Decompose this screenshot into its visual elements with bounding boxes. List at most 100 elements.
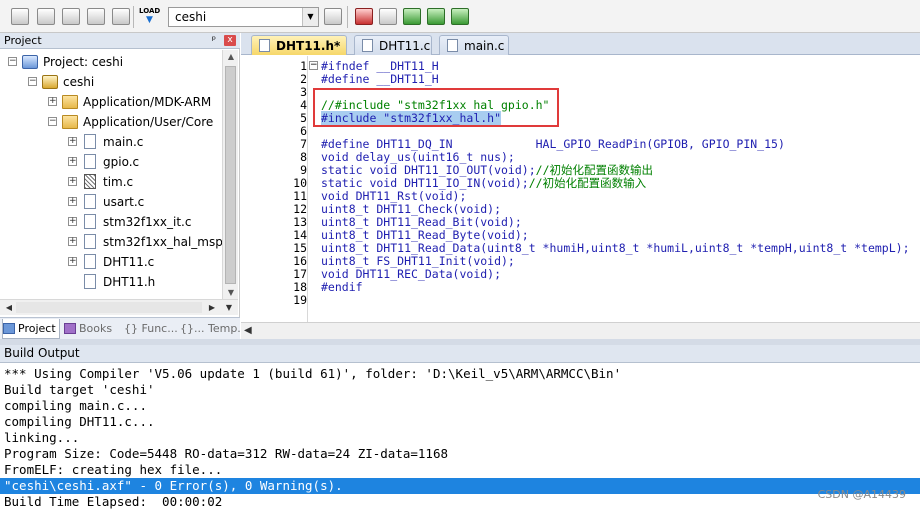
file-icon [84,234,96,249]
file-icon [84,254,96,269]
scrollbar-thumb[interactable] [16,302,202,313]
select-packs-icon[interactable] [403,8,421,25]
pin-icon[interactable]: ᵖ [212,33,216,48]
scroll-left-icon[interactable]: ◀ [244,323,252,339]
load-label: LOAD [139,7,161,15]
tree-label: Application/MDK-ARM [83,95,212,109]
build-output-line[interactable]: "ceshi\ceshi.axf" - 0 Error(s), 0 Warnin… [0,478,920,494]
target-options-icon[interactable] [324,8,342,25]
expand-icon[interactable]: + [48,97,57,106]
project-panel-header: Project ᵖ x [0,33,240,49]
tab-label: Project [18,322,56,335]
tab-dht11-c[interactable]: DHT11.c [354,35,432,55]
project-panel-tabs: Project Books {} Func... {}... Temp... [0,317,248,339]
close-icon[interactable]: x [224,35,236,46]
target-value: ceshi [175,10,207,24]
download-arrow-icon: ▼ [146,15,153,25]
expand-icon[interactable]: + [68,177,77,186]
run-time-environment-icon[interactable] [451,8,469,25]
tab-label: {}... Temp... [180,322,248,335]
tab-main-c[interactable]: main.c [439,35,509,55]
project-panel: Project ᵖ x − Project: ceshi − ceshi + A… [0,33,248,339]
fold-collapse-icon[interactable]: − [309,61,318,70]
collapse-icon[interactable]: − [28,77,37,86]
folder-open-icon [62,115,78,129]
scrollbar-thumb[interactable] [225,66,236,284]
expand-icon[interactable]: + [68,237,77,246]
download-button[interactable]: LOAD ▼ [139,7,160,27]
tab-templates[interactable]: {}... Temp... [180,319,248,339]
build-output-line[interactable]: FromELF: creating hex file... [4,462,222,478]
translate-icon[interactable] [11,8,29,25]
tree-label: stm32f1xx_it.c [103,215,192,229]
collapse-icon[interactable]: − [8,57,17,66]
code-line: #endif [321,281,363,294]
code-text: void DHT11_REC_Data(void); [321,267,502,281]
file-icon [84,194,96,209]
tree-label: ceshi [63,75,95,89]
toolbar-separator [347,6,348,28]
collapse-icon[interactable]: − [48,117,57,126]
pack-installer-icon[interactable] [427,8,445,25]
line-number-gutter: 1 2 3 4 5 6 7 8 9 10 11 12 13 14 15 16 17 18 19 [247,56,307,322]
build-output-panel[interactable]: *** Using Compiler 'V5.06 update 1 (buil… [0,363,920,510]
project-horizontal-scrollbar[interactable]: ◀ ▶ ▼ [0,299,238,315]
build-icon[interactable] [37,8,55,25]
folder-icon [62,95,78,109]
tab-project[interactable]: Project [2,319,60,339]
file-icon [447,39,458,52]
tab-label: main.c [464,39,505,53]
tree-label: DHT11.h [103,275,156,289]
scroll-left-icon[interactable]: ◀ [2,300,16,315]
build-output-line[interactable]: Build Time Elapsed: 00:00:02 [4,494,222,510]
build-output-line[interactable]: Program Size: Code=5448 RO-data=312 RW-d… [4,446,448,462]
tab-dht11-h[interactable]: DHT11.h* [251,35,347,55]
code-text: static void DHT11_IO_IN(void); [321,176,529,190]
scroll-down-icon[interactable]: ▼ [222,300,236,315]
build-output-line[interactable]: compiling DHT11.c... [4,414,155,430]
file-extensions-icon[interactable] [355,8,373,25]
manage-components-icon[interactable] [379,8,397,25]
code-preprocessor: #ifndef __DHT11_H [321,59,439,73]
target-select[interactable]: ceshi ▼ [168,7,319,27]
tree-label: gpio.c [103,155,140,169]
scroll-right-icon[interactable]: ▶ [205,300,219,315]
build-output-line[interactable]: linking... [4,430,79,446]
expand-icon[interactable]: + [68,217,77,226]
tree-label: DHT11.c [103,255,155,269]
code-preprocessor: #define DHT11_DQ_IN HAL_GPIO_ReadPin(GPI… [321,137,785,151]
tab-label: DHT11.h* [276,39,341,53]
code-preprocessor: #endif [321,280,363,294]
expand-icon[interactable]: + [68,157,77,166]
expand-icon[interactable]: + [68,137,77,146]
rebuild-icon[interactable] [62,8,80,25]
line-number: 19 [293,293,307,307]
file-icon [362,39,373,52]
stop-build-icon[interactable] [112,8,130,25]
code-comment: //初始化配置函数输入 [528,176,647,190]
editor-horizontal-scrollbar[interactable]: ◀ [241,322,920,339]
toolbar-separator [133,6,134,28]
scroll-up-icon[interactable]: ▲ [223,50,239,64]
build-output-line[interactable]: *** Using Compiler 'V5.06 update 1 (buil… [4,366,621,382]
expand-icon[interactable]: + [68,257,77,266]
tree-label: Project: ceshi [43,55,124,69]
tree-label: Application/User/Core [83,115,214,129]
target-icon [42,75,58,89]
file-icon [84,154,96,169]
build-output-line[interactable]: Build target 'ceshi' [4,382,155,398]
chevron-down-icon[interactable]: ▼ [302,8,318,26]
tab-functions[interactable]: {} Func... [124,319,178,339]
code-text: uint8_t DHT11_Read_Byte(void); [321,228,529,242]
expand-icon[interactable]: + [68,197,77,206]
scroll-down-icon[interactable]: ▼ [223,286,239,300]
file-icon [259,39,270,52]
project-vertical-scrollbar[interactable]: ▲ ▼ [222,50,238,300]
code-text: void DHT11_Rst(void); [321,189,467,203]
build-output-line[interactable]: compiling main.c... [4,398,147,414]
tab-books[interactable]: Books [64,319,120,339]
file-icon [84,134,96,149]
tree-label: tim.c [103,175,134,189]
batch-build-icon[interactable] [87,8,105,25]
editor-tabbar: DHT11.h* DHT11.c main.c [241,33,920,55]
